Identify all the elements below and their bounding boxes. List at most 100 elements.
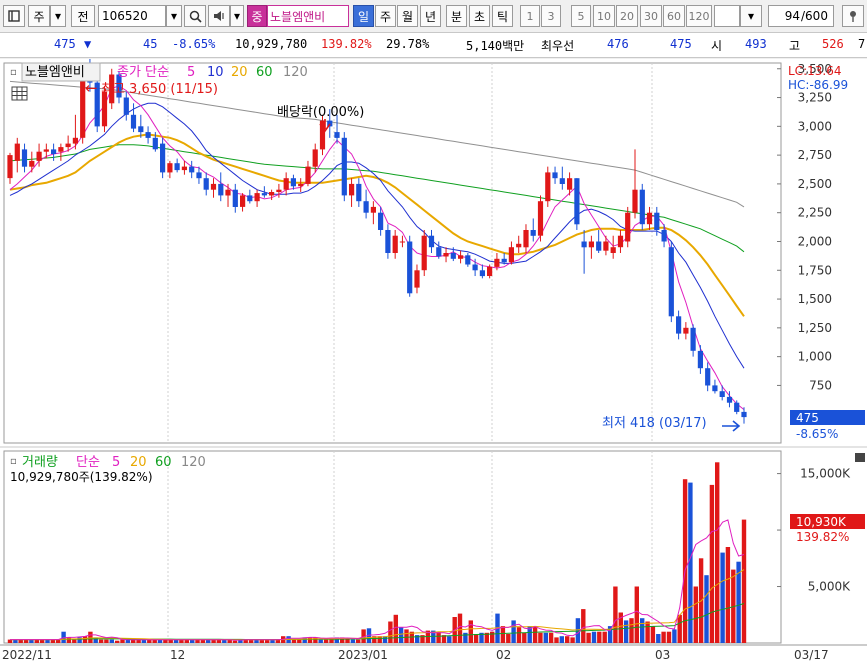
interval-20-button[interactable]: 20 — [616, 5, 638, 27]
stock-code-input[interactable]: 106520 — [98, 5, 166, 27]
volume-bar — [45, 639, 50, 643]
volume-bar — [645, 621, 650, 643]
price-tick-label: 1,500 — [798, 292, 832, 306]
quote-bid: 476 — [607, 37, 629, 51]
candle-body — [639, 189, 645, 225]
volume-bar — [468, 620, 473, 643]
market-selector[interactable]: 주 — [28, 5, 50, 27]
interval-60-button[interactable]: 60 — [663, 5, 685, 27]
candle-body — [479, 270, 485, 277]
volume-bar — [232, 640, 238, 643]
candle-body — [189, 166, 195, 173]
period-tick-button[interactable]: 틱 — [492, 5, 513, 27]
candle-body — [174, 163, 180, 171]
interval-30-button[interactable]: 30 — [640, 5, 662, 27]
quote-change: 45 — [143, 37, 158, 51]
interval-10-button[interactable]: 10 — [593, 5, 615, 27]
period-minute-button[interactable]: 분 — [446, 5, 467, 27]
candle-body — [123, 97, 129, 115]
candle-body — [683, 327, 689, 334]
interval-dropdown-icon[interactable]: ▾ — [740, 5, 762, 27]
candle-body — [378, 212, 384, 230]
x-axis-label: 12 — [170, 648, 185, 662]
volume-bar — [506, 634, 511, 643]
volume-bar — [516, 627, 522, 643]
period-week-button[interactable]: 주 — [375, 5, 396, 27]
price-legend-close: 종가 단순 — [117, 65, 169, 80]
low-annotation: 최저 418 (03/17) — [602, 416, 707, 431]
last-price-label: 475 — [796, 411, 819, 425]
speaker-dropdown-icon[interactable]: ▾ — [230, 5, 244, 27]
chart-area[interactable]: 3,500 3,250 3,000 2,750 2,500 2,250 2,000 1,750… — [0, 51, 867, 662]
candle-body — [726, 396, 733, 403]
hc-label: HC:-86.99 — [788, 78, 848, 92]
interval-3-button[interactable]: 3 — [541, 5, 561, 27]
candle-body — [181, 166, 187, 171]
volume-bar — [629, 618, 634, 643]
volume-bar — [677, 614, 682, 643]
page-position-input[interactable]: 94 — [768, 5, 802, 27]
candle-body — [567, 178, 573, 190]
interval-5-button[interactable]: 5 — [571, 5, 591, 27]
volume-legend-simple: 단순 — [76, 455, 100, 470]
interval-120-button[interactable]: 120 — [686, 5, 712, 27]
price-legend-ma120: 120 — [283, 65, 308, 80]
candle-body — [58, 147, 64, 152]
volume-bar — [602, 631, 607, 643]
candle-body — [363, 201, 369, 213]
period-month-button[interactable]: 월 — [397, 5, 418, 27]
volume-bar — [350, 639, 356, 643]
candle-body — [603, 241, 609, 251]
volume-bar — [88, 631, 93, 643]
x-axis-label: 2023/01 — [338, 648, 388, 662]
price-legend-marker: ▫ — [10, 67, 17, 78]
candle-body — [559, 178, 565, 184]
volume-bar — [650, 626, 656, 643]
candle-body — [72, 137, 78, 144]
candle-body — [349, 183, 355, 196]
chart-svg[interactable]: 3,5003,2503,0002,7502,5002,2502,0001,750… — [0, 51, 867, 662]
volume-bar — [741, 519, 747, 643]
candle-body — [545, 172, 551, 202]
price-tick-label: 750 — [809, 378, 832, 392]
table-icon-frame — [11, 86, 28, 101]
speaker-icon[interactable] — [208, 5, 230, 27]
volume-bar — [23, 639, 29, 643]
candle-body — [356, 183, 362, 202]
quote-trade-value: 5,140백만 — [466, 39, 525, 53]
volume-legend-ma20: 20 — [130, 455, 147, 470]
quote-turnover: 29.78% — [386, 37, 430, 51]
pin-icon[interactable] — [842, 5, 864, 27]
period-year-button[interactable]: 년 — [420, 5, 441, 27]
candle-body — [36, 151, 42, 161]
price-chart-title: 노블엠앤비 — [25, 65, 85, 80]
stock-code-dropdown-icon[interactable]: ▾ — [166, 5, 182, 27]
price-tick-label: 3,250 — [798, 91, 832, 105]
candle-body — [654, 212, 660, 230]
volume-bar — [623, 620, 629, 643]
candle-body — [508, 247, 514, 263]
search-icon[interactable] — [184, 5, 206, 27]
candle-body — [705, 368, 711, 386]
volume-bar — [436, 631, 441, 643]
stock-mode-button[interactable]: 전 — [71, 5, 95, 27]
dividend-annotation: 배당락(0.00%) — [277, 105, 364, 120]
candle-body — [487, 266, 493, 276]
price-tick-label: 1,000 — [798, 350, 832, 364]
volume-bar — [398, 627, 404, 643]
volume-bar — [297, 639, 302, 643]
volume-bar — [18, 639, 23, 643]
candle-body — [596, 241, 602, 251]
volume-bar — [682, 479, 688, 643]
candle-body — [167, 163, 173, 173]
period-day-button[interactable]: 일 — [353, 5, 374, 27]
volume-bar — [104, 639, 109, 643]
interval-custom-input[interactable] — [714, 5, 740, 27]
chart-window: 주 ▾ 전 106520 ▾ ▾ 중 노블엠앤비 일 주 월 년 분 초 틱 1… — [0, 0, 867, 662]
volume-bar — [313, 637, 318, 643]
window-menu-icon[interactable] — [3, 5, 25, 27]
candle-body — [334, 132, 340, 138]
interval-1-button[interactable]: 1 — [520, 5, 540, 27]
period-second-button[interactable]: 초 — [469, 5, 490, 27]
market-dropdown-icon[interactable]: ▾ — [50, 5, 66, 27]
